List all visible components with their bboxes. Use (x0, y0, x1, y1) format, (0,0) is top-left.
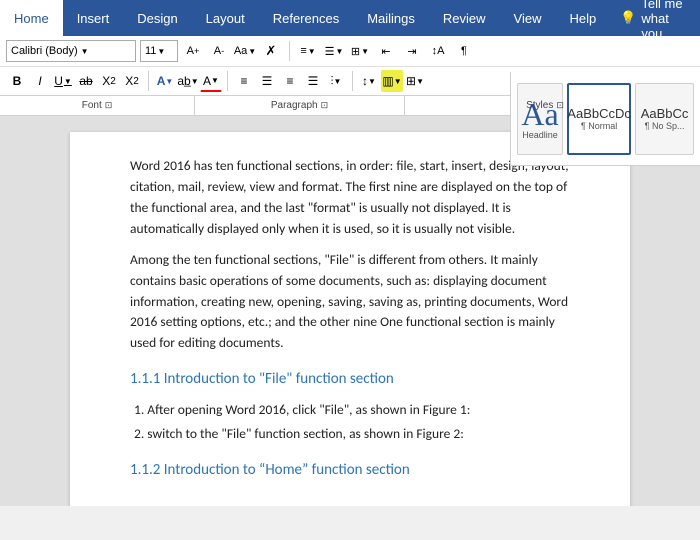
no-spacing-style-label: ¶ No Sp... (645, 121, 685, 131)
menu-tab-insert[interactable]: Insert (63, 0, 124, 36)
normal-style-label: ¶ Normal (581, 121, 617, 131)
decrease-indent-button[interactable]: ⇤ (375, 40, 397, 62)
font-label-text: Font (82, 100, 102, 111)
superscript-button[interactable]: X2 (121, 70, 143, 92)
styles-expand-icon[interactable]: ⊡ (556, 100, 564, 111)
underline-button[interactable]: U▼ (52, 70, 74, 92)
show-marks-button[interactable]: ¶ (453, 40, 475, 62)
paragraph-2: Among the ten functional sections, "File… (130, 250, 570, 355)
font-color-button[interactable]: A▼ (200, 70, 222, 92)
italic-button[interactable]: I (29, 70, 51, 92)
align-center-button[interactable]: ☰ (256, 70, 278, 92)
justify-button[interactable]: ☰ (302, 70, 324, 92)
menu-tab-view[interactable]: View (500, 0, 556, 36)
font-section-label[interactable]: Font ⊡ (0, 96, 195, 115)
menu-tab-home[interactable]: Home (0, 0, 63, 36)
paragraph-label-text: Paragraph (271, 100, 318, 111)
ribbon: Calibri (Body) ▼ 11 ▼ A+ A- Aa▼ ✗ ≡▼ ☰▼ … (0, 36, 700, 116)
ribbon-sections: Font ⊡ Paragraph ⊡ Styles ⊡ (0, 95, 700, 115)
font-expand-icon[interactable]: ⊡ (105, 100, 113, 111)
menu-tab-references[interactable]: References (259, 0, 353, 36)
styles-panel: Aa Headline AaBbCcDc ¶ Normal AaBbCc ¶ N… (510, 72, 700, 166)
font-name-value: Calibri (Body) (11, 45, 78, 57)
document-page[interactable]: Word 2016 has ten functional sections, i… (70, 132, 630, 506)
border-button[interactable]: ⊞▼ (404, 70, 426, 92)
format-group: B I U▼ ab X2 X2 (6, 70, 143, 92)
section-heading-2: 1.1.2 Introduction to “Home” function se… (130, 459, 570, 482)
paragraph-expand-icon[interactable]: ⊡ (321, 100, 329, 111)
menu-tab-mailings[interactable]: Mailings (353, 0, 429, 36)
numbered-list-button[interactable]: ☰▼ (323, 40, 345, 62)
paragraph-section-label[interactable]: Paragraph ⊡ (195, 96, 405, 115)
bullet-list-button[interactable]: ≡▼ (297, 40, 319, 62)
sep4 (352, 71, 353, 91)
font-grow-button[interactable]: A+ (182, 40, 204, 62)
bold-button[interactable]: B (6, 70, 28, 92)
menu-tab-layout[interactable]: Layout (192, 0, 259, 36)
font-size-dropdown-icon[interactable]: ▼ (157, 47, 165, 56)
headline-label: Headline (522, 130, 558, 140)
strikethrough-button[interactable]: ab (75, 70, 97, 92)
multilevel-list-button[interactable]: ⊞▼ (349, 40, 371, 62)
menu-tab-help[interactable]: Help (555, 0, 610, 36)
clear-format-button[interactable]: ✗ (260, 40, 282, 62)
sep3 (227, 71, 228, 91)
menu-tab-review[interactable]: Review (429, 0, 500, 36)
menu-tab-design[interactable]: Design (123, 0, 191, 36)
font-name-selector[interactable]: Calibri (Body) ▼ (6, 40, 136, 62)
align-group: ≡ ☰ ≡ ☰ ⫶▼ (233, 70, 347, 92)
tell-me-text: Tell me what you (641, 0, 690, 41)
increase-indent-button[interactable]: ⇥ (401, 40, 423, 62)
text-effects-group: A▼ ab̲▼ A▼ (154, 70, 222, 92)
text-highlight-button[interactable]: ab̲▼ (177, 70, 199, 92)
normal-style[interactable]: AaBbCcDc ¶ Normal (567, 83, 631, 155)
paragraph-1: Word 2016 has ten functional sections, i… (130, 156, 570, 240)
change-case-button[interactable]: Aa▼ (234, 40, 256, 62)
sep1 (289, 41, 290, 61)
ribbon-row1: Calibri (Body) ▼ 11 ▼ A+ A- Aa▼ ✗ ≡▼ ☰▼ … (0, 36, 700, 67)
spacing-group: ↕▼ ▥▼ ⊞▼ (358, 70, 426, 92)
list-item-1: 1. After opening Word 2016, click "File"… (134, 400, 570, 421)
font-size-selector[interactable]: 11 ▼ (140, 40, 178, 62)
font-name-dropdown-icon[interactable]: ▼ (81, 47, 89, 56)
sort-button[interactable]: ↕A (427, 40, 449, 62)
section-heading-1: 1.1.1 Introduction to "File" function se… (130, 368, 570, 391)
styles-label-text: Styles (526, 100, 553, 111)
shading-button[interactable]: ▥▼ (381, 70, 403, 92)
line-spacing-button[interactable]: ↕▼ (358, 70, 380, 92)
align-left-button[interactable]: ≡ (233, 70, 255, 92)
sep2 (148, 71, 149, 91)
align-right-button[interactable]: ≡ (279, 70, 301, 92)
lightbulb-icon: 💡 (620, 10, 636, 26)
menu-bar: Home Insert Design Layout References Mai… (0, 0, 700, 36)
subscript-button[interactable]: X2 (98, 70, 120, 92)
font-shrink-button[interactable]: A- (208, 40, 230, 62)
columns-button[interactable]: ⫶▼ (325, 70, 347, 92)
document-area[interactable]: Word 2016 has ten functional sections, i… (0, 116, 700, 506)
font-size-value: 11 (145, 45, 156, 57)
tell-me-bar[interactable]: 💡 Tell me what you (610, 0, 700, 36)
no-spacing-style[interactable]: AaBbCc ¶ No Sp... (635, 83, 694, 155)
styles-section-label[interactable]: Styles ⊡ (405, 96, 685, 115)
list-item-2: 2. switch to the "File" function section… (134, 424, 570, 445)
headline-style[interactable]: Aa Headline (517, 83, 563, 155)
text-effects-button[interactable]: A▼ (154, 70, 176, 92)
